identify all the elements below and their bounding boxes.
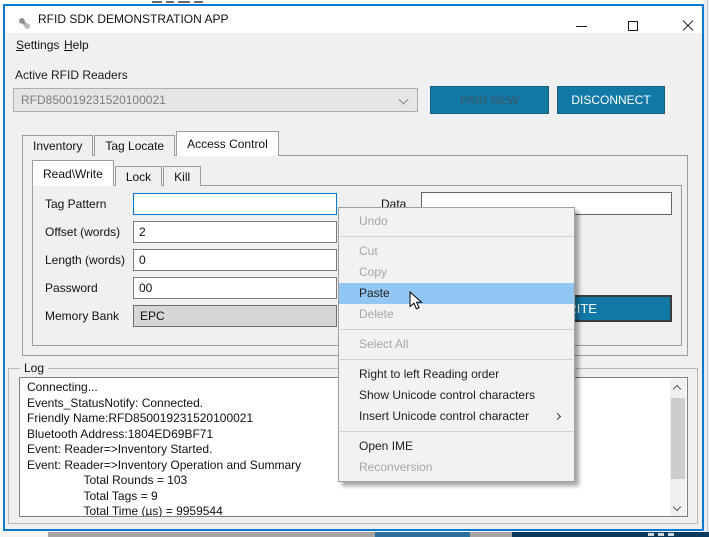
- background-text-fragment: [152, 1, 162, 3]
- chevron-down-icon: [672, 502, 682, 512]
- background-text-fragment: [194, 1, 203, 3]
- mouse-cursor: [409, 291, 423, 310]
- maximize-icon: [628, 21, 638, 31]
- menu-item-undo: Undo: [359, 214, 388, 228]
- background-text-fragment: [178, 1, 190, 3]
- memory-bank-select[interactable]: EPC: [133, 305, 337, 327]
- offset-input[interactable]: [133, 221, 337, 243]
- menu-item-paste[interactable]: Paste: [339, 283, 574, 304]
- subtab-lock[interactable]: Lock: [114, 166, 163, 186]
- log-label: Log: [20, 361, 49, 375]
- length-input[interactable]: [133, 249, 337, 271]
- taskbar-segment: [658, 533, 664, 536]
- background-window-edge: [707, 0, 708, 532]
- menu-item-open-ime[interactable]: Open IME: [339, 436, 574, 457]
- taskbar-fragment: [0, 532, 709, 537]
- menu-item-right-to-left-reading-order[interactable]: Right to left Reading order: [339, 364, 574, 385]
- length-label: Length (words): [45, 253, 126, 267]
- menu-item-delete: Delete: [359, 307, 394, 321]
- subtab-read-write[interactable]: Read\Write: [32, 160, 114, 186]
- tag-pattern-input[interactable]: [133, 193, 337, 215]
- menu-item-cut: Cut: [359, 244, 378, 258]
- taskbar-segment: [512, 532, 709, 537]
- menu-separator: [340, 359, 573, 360]
- app-icon: [19, 18, 30, 29]
- menu-help[interactable]: Help: [59, 33, 94, 58]
- scroll-up-icon[interactable]: [670, 379, 686, 395]
- minimize-icon: [576, 26, 587, 27]
- menu-item-select-all: Select All: [359, 337, 409, 351]
- log-line: Event: Reader=>Inventory Operation and S…: [27, 457, 302, 472]
- menu-item-copy: Copy: [359, 265, 388, 279]
- menu-separator: [340, 329, 573, 330]
- menu-item-show-unicode-control-characters[interactable]: Show Unicode control characters: [339, 385, 574, 406]
- window-title: RFID SDK DEMONSTRATION APP: [38, 12, 229, 26]
- taskbar-segment: [470, 532, 512, 537]
- log-line: Event: Reader=>Inventory Started.: [27, 442, 213, 456]
- password-input[interactable]: [133, 277, 337, 299]
- titlebar[interactable]: RFID SDK DEMONSTRATION APP: [5, 6, 702, 33]
- background-window-fragment-right: [704, 0, 709, 537]
- menu-separator: [340, 236, 573, 237]
- memory-bank-label: Memory Bank: [45, 309, 120, 323]
- log-line: Events_StatusNotify: Connected.: [27, 395, 204, 410]
- taskbar-segment: [648, 533, 654, 536]
- background-text-fragment: [166, 1, 174, 3]
- log-lines: Connecting... Events_StatusNotify: Connec…: [27, 380, 302, 517]
- menu-separator: [340, 431, 573, 432]
- log-line: Total Rounds = 103: [27, 473, 188, 487]
- taskbar-segment: [668, 533, 674, 536]
- tab-access-control[interactable]: Access Control: [176, 131, 279, 156]
- screen: RFID SDK DEMONSTRATION APP Settings Help…: [0, 0, 709, 537]
- subtab-kill[interactable]: Kill: [163, 166, 202, 186]
- reader-combobox[interactable]: RFD850019231520100021: [13, 88, 418, 112]
- pair-new-button[interactable]: PAIR NEW: [430, 86, 549, 114]
- log-line: Total Tags = 9: [27, 488, 158, 503]
- password-label: Password: [45, 281, 98, 295]
- active-readers-label: Active RFID Readers: [15, 68, 128, 82]
- log-line: Bluetooth Address:1804ED69BF71: [27, 426, 214, 441]
- main-tabs: Inventory Tag Locate Access Control: [22, 131, 280, 156]
- disconnect-button[interactable]: DISCONNECT: [557, 86, 665, 114]
- log-scrollbar[interactable]: [670, 379, 686, 516]
- menubar: Settings Help: [5, 33, 702, 58]
- scroll-down-icon[interactable]: [670, 501, 686, 516]
- scrollbar-thumb[interactable]: [671, 398, 685, 479]
- chevron-down-icon: [398, 94, 409, 105]
- tab-inventory[interactable]: Inventory: [22, 135, 94, 156]
- log-line: Connecting...: [27, 380, 98, 394]
- log-line: Total Time (µs) = 9959544: [27, 504, 223, 517]
- chevron-up-icon: [672, 384, 682, 394]
- taskbar-segment: [48, 532, 375, 537]
- menu-item-reconversion: Reconversion: [359, 460, 433, 474]
- sub-tabs: Read\Write Lock Kill: [32, 160, 202, 186]
- context-menu: Undo Cut Copy Paste Delete Select All Right to…: [338, 207, 575, 482]
- submenu-arrow-icon: [553, 412, 562, 421]
- taskbar-segment: [0, 532, 48, 537]
- offset-label: Offset (words): [45, 225, 121, 239]
- menu-item-insert-unicode-control-character[interactable]: Insert Unicode control character: [339, 406, 574, 427]
- taskbar-segment: [375, 532, 470, 537]
- log-line: Friendly Name:RFD850019231520100021: [27, 411, 254, 425]
- tag-pattern-label: Tag Pattern: [45, 197, 107, 211]
- tab-tag-locate[interactable]: Tag Locate: [94, 135, 176, 156]
- reader-combobox-value: RFD850019231520100021: [21, 93, 166, 107]
- menu-settings[interactable]: Settings: [11, 33, 64, 58]
